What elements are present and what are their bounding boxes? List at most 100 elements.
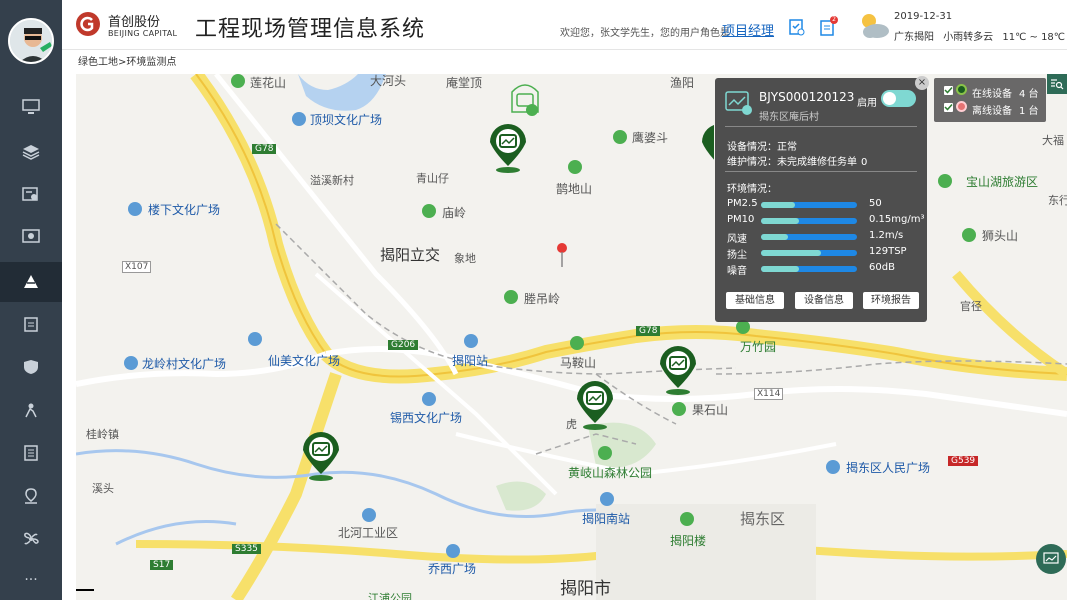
- metric-bar: [761, 218, 857, 224]
- nav-workers[interactable]: [0, 391, 62, 431]
- online-label: 在线设备: [972, 89, 1012, 100]
- nav-green-site[interactable]: [0, 262, 62, 302]
- enable-toggle[interactable]: [881, 90, 916, 107]
- road-shield: X107: [122, 261, 152, 273]
- location-pin-icon[interactable]: [555, 242, 569, 271]
- weather-info: 广东揭阳 小雨转多云 11℃ ~ 18℃: [894, 28, 1065, 43]
- device-marker[interactable]: [301, 430, 341, 482]
- map-label: 乔西广场: [428, 562, 477, 576]
- poi-icon: [938, 174, 952, 188]
- map-search-icon[interactable]: [1047, 74, 1067, 94]
- sidebar: ···: [0, 0, 62, 600]
- document-icon: [22, 444, 40, 464]
- poi-icon: [962, 228, 976, 242]
- monitor-toggle-icon[interactable]: [1036, 544, 1066, 574]
- nav-location[interactable]: [0, 477, 62, 517]
- header: 首创股份 BEIJING CAPITAL 工程现场管理信息系统 欢迎您，张文学先…: [62, 0, 1067, 50]
- map-label: 揭阳楼: [670, 534, 707, 548]
- poi-icon: [600, 492, 614, 506]
- device-marker[interactable]: [575, 379, 615, 431]
- map-label: 北河工业区: [338, 526, 399, 540]
- maint-label: 维护情况：: [727, 157, 777, 168]
- online-count: 4 台: [1019, 89, 1039, 100]
- notice-icon[interactable]: 2: [820, 16, 838, 39]
- metric-name: 噪音: [727, 266, 747, 277]
- device-marker[interactable]: [658, 344, 698, 396]
- map-label: 揭东区: [740, 510, 786, 528]
- nav-video[interactable]: [0, 218, 62, 258]
- divider: [725, 126, 917, 127]
- fan-icon: [22, 531, 40, 550]
- metric-bar: [761, 202, 857, 208]
- nav-monitor[interactable]: [0, 88, 62, 128]
- map-label: 黄岐山森林公园: [568, 466, 653, 480]
- device-marker[interactable]: [488, 122, 528, 174]
- nav-more[interactable]: ···: [0, 560, 62, 600]
- shield-icon: [22, 359, 40, 378]
- poi-icon: [570, 336, 584, 350]
- notice-badge: 2: [830, 16, 838, 24]
- map-label: 青山仔: [416, 172, 449, 185]
- brand-logo: [76, 12, 100, 36]
- poi-icon: [680, 512, 694, 526]
- nav-documents[interactable]: [0, 434, 62, 474]
- nav-tasks[interactable]: [0, 305, 62, 345]
- brand-cn: 首创股份: [108, 15, 161, 30]
- metric-bar-fill: [761, 234, 788, 240]
- location-icon: [22, 487, 40, 507]
- online-checkbox[interactable]: [944, 86, 953, 95]
- status-value: 正常: [777, 142, 797, 153]
- enable-label: 启用: [857, 98, 877, 109]
- poi-icon: [613, 130, 627, 144]
- nav-safety[interactable]: [0, 348, 62, 388]
- nav-equipment[interactable]: [0, 520, 62, 560]
- offline-label: 离线设备: [972, 106, 1012, 117]
- date: 2019-12-31: [894, 11, 953, 22]
- status-label: 设备情况：: [727, 142, 777, 153]
- map-label: 宝山湖旅游区: [966, 175, 1039, 189]
- poi-icon: [568, 160, 582, 174]
- poi-icon: [826, 460, 840, 474]
- clipboard-icon: [22, 316, 40, 335]
- monitor-icon: [22, 98, 40, 118]
- close-icon[interactable]: ×: [915, 76, 929, 90]
- map-label: 官径: [960, 300, 982, 313]
- map-label: 溢溪新村: [310, 174, 354, 187]
- device-marker[interactable]: [700, 122, 714, 174]
- welcome-text: 欢迎您，张文学先生，您的用户角色是: [560, 28, 730, 39]
- user-role[interactable]: 项目经理: [722, 20, 774, 39]
- weather-location: 广东揭阳: [894, 32, 934, 43]
- road-shield: S17: [150, 560, 174, 570]
- nav-personnel[interactable]: [0, 175, 62, 215]
- maint-value: 未完成维修任务单: [777, 157, 857, 168]
- nav-layers[interactable]: [0, 133, 62, 173]
- avatar[interactable]: [8, 18, 54, 64]
- poi-icon: [248, 332, 262, 346]
- poi-icon: [422, 204, 436, 218]
- map-label: 渔阳: [670, 76, 695, 90]
- env-report-button[interactable]: 环境报告: [863, 292, 919, 309]
- metric-value: 50: [869, 198, 882, 209]
- metric-row: 噪音 60dB: [715, 262, 927, 278]
- metric-name: 扬尘: [727, 250, 747, 261]
- poi-icon: [362, 508, 376, 522]
- device-marker-offline[interactable]: [508, 82, 542, 121]
- metric-bar: [761, 234, 857, 240]
- weather-desc: 小雨转多云: [943, 32, 994, 43]
- metric-name: PM2.5: [727, 198, 758, 209]
- map-label: 鹊地山: [556, 182, 593, 196]
- offline-count: 1 台: [1019, 106, 1039, 117]
- map-label: 揭阳市: [560, 579, 611, 599]
- metric-value: 129TSP: [869, 246, 907, 257]
- breadcrumb: 绿色工地>环境监测点: [62, 52, 1067, 74]
- env-label: 环境情况：: [727, 184, 777, 195]
- poi-icon: [124, 356, 138, 370]
- checklist-icon[interactable]: [789, 18, 805, 39]
- offline-checkbox[interactable]: [944, 103, 953, 112]
- map-label: 庙岭: [442, 206, 467, 220]
- metric-row: PM10 0.15mg/m³: [715, 214, 927, 230]
- road-shield: G78: [636, 326, 661, 336]
- device-info-button[interactable]: 设备信息: [795, 292, 853, 309]
- poi-icon: [128, 202, 142, 216]
- basic-info-button[interactable]: 基础信息: [726, 292, 784, 309]
